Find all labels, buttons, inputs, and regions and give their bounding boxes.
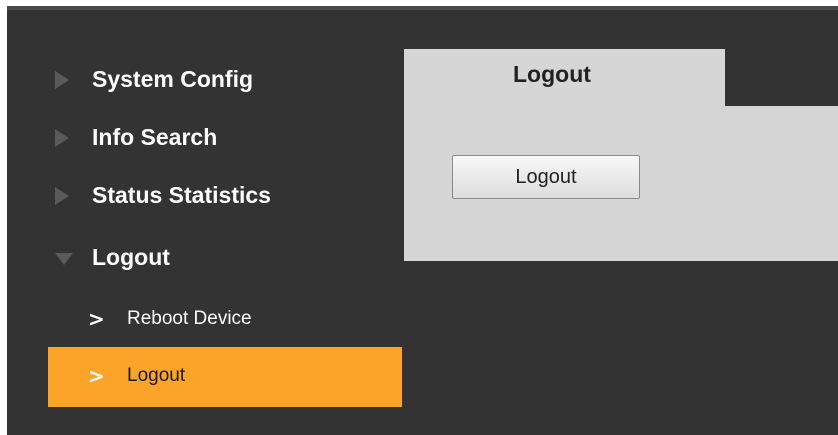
sidebar-item-label: Status Statistics bbox=[92, 181, 271, 208]
app-window: System Config Info Search Status Statist… bbox=[7, 6, 838, 435]
sidebar-item-logout[interactable]: Logout bbox=[7, 231, 397, 283]
content-panel: Logout Logout bbox=[404, 49, 838, 261]
triangle-right-icon bbox=[55, 187, 69, 205]
logout-button[interactable]: Logout bbox=[452, 155, 640, 199]
tab-label: Logout bbox=[513, 61, 591, 87]
sidebar-item-info-search[interactable]: Info Search bbox=[7, 111, 397, 163]
chevron-right-icon: > bbox=[88, 364, 105, 388]
sidebar-item-label: Info Search bbox=[92, 123, 218, 150]
sidebar-subitem-logout[interactable]: > Logout bbox=[48, 347, 402, 407]
sidebar-item-label: System Config bbox=[92, 65, 254, 92]
triangle-right-icon bbox=[55, 71, 69, 89]
triangle-right-icon bbox=[55, 129, 69, 147]
triangle-down-icon bbox=[55, 253, 73, 265]
sidebar-subitem-label: Reboot Device bbox=[127, 308, 252, 329]
sidebar-item-system-config[interactable]: System Config bbox=[7, 53, 397, 105]
sidebar-subitem-label: Logout bbox=[127, 365, 186, 386]
chevron-right-icon: > bbox=[88, 307, 105, 331]
sidebar-item-label: Logout bbox=[92, 243, 170, 270]
sidebar: System Config Info Search Status Statist… bbox=[7, 6, 407, 435]
sidebar-subitem-reboot-device[interactable]: > Reboot Device bbox=[48, 290, 402, 350]
tab-strip-empty bbox=[725, 49, 838, 106]
tab-logout[interactable]: Logout bbox=[404, 49, 725, 106]
sidebar-item-status-statistics[interactable]: Status Statistics bbox=[7, 169, 397, 221]
